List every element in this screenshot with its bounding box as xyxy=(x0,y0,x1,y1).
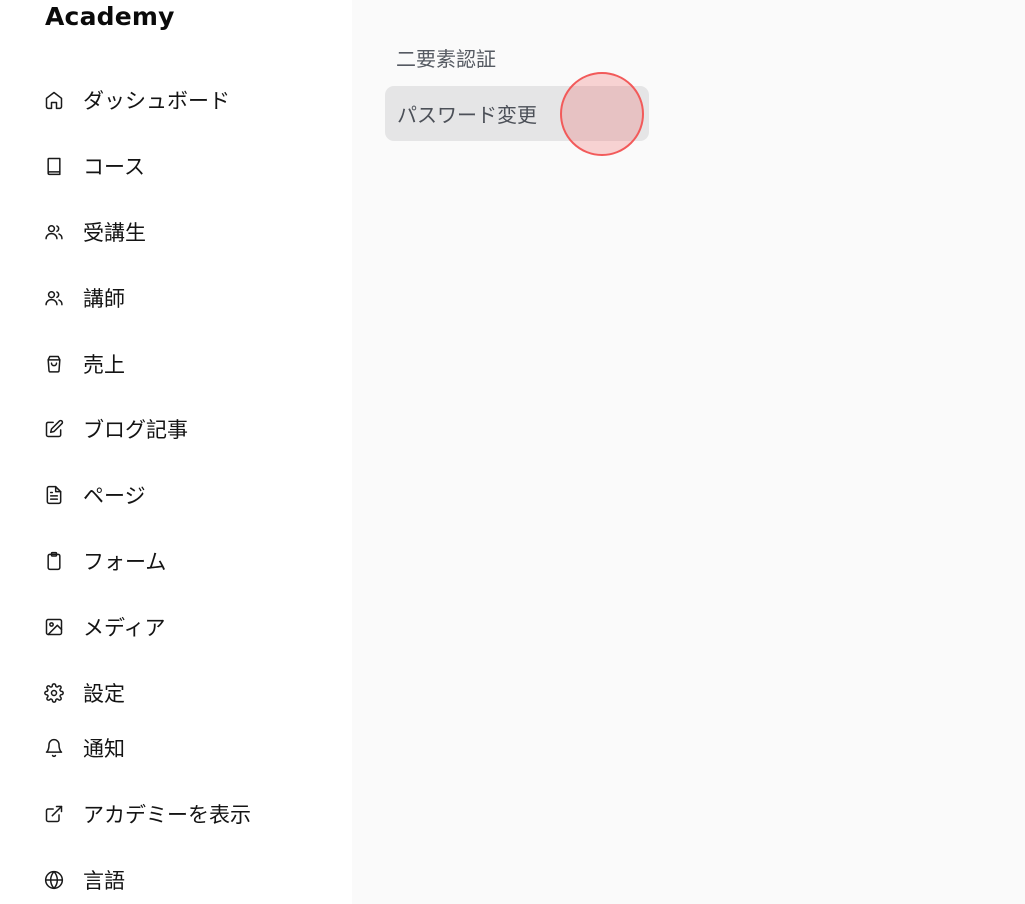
brand-logo[interactable]: Academy xyxy=(45,2,175,31)
sidebar-item-label: 設定 xyxy=(83,682,125,706)
file-text-icon xyxy=(46,485,62,505)
settings-nav-change-password[interactable]: パスワード変更 xyxy=(385,86,649,141)
sidebar-item-label: ブログ記事 xyxy=(83,418,188,442)
sidebar-item-sales[interactable]: 売上 xyxy=(44,349,125,379)
settings-main: 二要素認証 パスワード変更 xyxy=(352,0,1025,904)
sidebar-item-blog-posts[interactable]: ブログ記事 xyxy=(44,414,188,444)
sidebar-item-label: フォーム xyxy=(83,550,167,574)
sidebar-item-students[interactable]: 受講生 xyxy=(44,217,146,247)
image-icon xyxy=(45,618,63,636)
sidebar-item-label: 通知 xyxy=(83,737,125,761)
home-icon xyxy=(45,91,63,110)
settings-nav-label: パスワード変更 xyxy=(397,103,537,127)
shopping-bag-icon xyxy=(47,355,61,373)
sidebar-item-settings[interactable]: 設定 xyxy=(44,678,125,708)
sidebar-item-notifications[interactable]: 通知 xyxy=(44,733,125,763)
gear-icon xyxy=(44,683,64,703)
sidebar-item-label: 講師 xyxy=(83,287,125,311)
settings-nav-two-factor[interactable]: 二要素認証 xyxy=(396,43,496,72)
clipboard-icon xyxy=(47,551,61,571)
book-icon xyxy=(47,157,61,176)
sidebar-item-label: 言語 xyxy=(83,869,125,893)
sidebar-item-courses[interactable]: コース xyxy=(44,151,145,181)
users-icon xyxy=(45,291,63,306)
sidebar: Academy ダッシュボード コース 受講生 講師 売上 ブログ記事 ページ … xyxy=(0,0,352,904)
sidebar-item-label: アカデミーを表示 xyxy=(83,803,251,827)
sidebar-item-language[interactable]: 言語 xyxy=(44,865,125,895)
external-link-icon xyxy=(45,805,63,823)
sidebar-item-pages[interactable]: ページ xyxy=(44,480,146,510)
sidebar-item-label: メディア xyxy=(83,616,166,640)
bell-icon xyxy=(45,738,63,758)
sidebar-item-label: 受講生 xyxy=(83,221,146,245)
sidebar-item-label: コース xyxy=(83,155,145,179)
sidebar-item-forms[interactable]: フォーム xyxy=(44,546,166,576)
sidebar-item-view-academy[interactable]: アカデミーを表示 xyxy=(44,799,251,829)
sidebar-item-media[interactable]: メディア xyxy=(44,612,166,642)
sidebar-item-instructors[interactable]: 講師 xyxy=(44,283,125,313)
globe-icon xyxy=(44,870,64,890)
sidebar-item-dashboard[interactable]: ダッシュボード xyxy=(44,85,230,115)
sidebar-item-label: 売上 xyxy=(83,353,125,377)
users-icon xyxy=(45,225,63,240)
edit-icon xyxy=(45,419,64,438)
sidebar-item-label: ダッシュボード xyxy=(83,89,230,113)
sidebar-item-label: ページ xyxy=(83,484,146,508)
